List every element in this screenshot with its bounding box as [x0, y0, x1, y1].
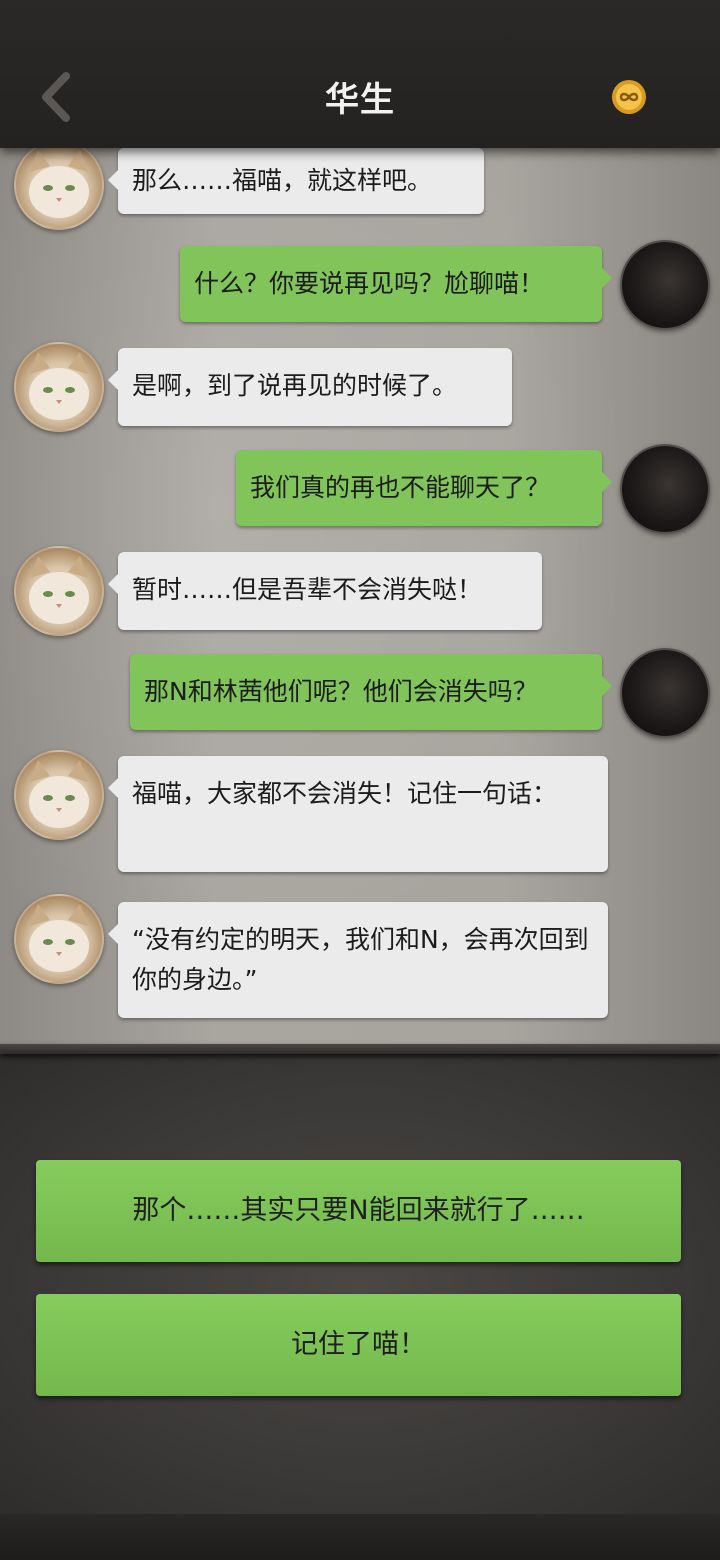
message-bubble: 福喵，大家都不会消失！记住一句话： [108, 756, 608, 872]
cat-face-icon [29, 556, 89, 624]
cat-avatar[interactable] [14, 342, 104, 432]
cat-face-icon [29, 760, 89, 828]
message-bubble: 什么？你要说再见吗？尬聊喵！ [180, 246, 612, 322]
reply-panel: 那个……其实只要N能回来就行了…… 记住了喵！ [0, 1054, 720, 1514]
chat-area[interactable]: 那么……福喵，就这样吧。 什么？你要说再见吗？尬聊喵！ 是啊，到了说再见的时候了… [0, 148, 720, 1048]
cat-face-icon [29, 150, 89, 218]
message-bubble: 那N和林茜他们呢？他们会消失吗？ [130, 654, 612, 730]
message-bubble: 那么……福喵，就这样吧。 [108, 148, 484, 214]
dark-avatar[interactable] [620, 444, 710, 534]
message-bubble: 我们真的再也不能聊天了？ [236, 450, 612, 526]
reply-option-2[interactable]: 记住了喵！ [36, 1294, 681, 1396]
cat-avatar[interactable] [14, 148, 104, 230]
reward-badge[interactable] [610, 78, 648, 116]
reply-option-1[interactable]: 那个……其实只要N能回来就行了…… [36, 1160, 681, 1262]
cat-avatar[interactable] [14, 894, 104, 984]
message-bubble: “没有约定的明天，我们和N，会再次回到你的身边。” [108, 902, 608, 1018]
bottom-bar [0, 1514, 720, 1560]
message-bubble: 是啊，到了说再见的时候了。 [108, 348, 512, 426]
dark-avatar[interactable] [620, 240, 710, 330]
cat-face-icon [29, 352, 89, 420]
dark-avatar[interactable] [620, 648, 710, 738]
cat-avatar[interactable] [14, 750, 104, 840]
infinity-coin-icon [612, 80, 646, 114]
chat-divider [0, 1044, 720, 1054]
cat-avatar[interactable] [14, 546, 104, 636]
cat-face-icon [29, 904, 89, 972]
top-bar: 华生 [0, 0, 720, 148]
message-bubble: 暂时……但是吾辈不会消失哒！ [108, 552, 542, 630]
